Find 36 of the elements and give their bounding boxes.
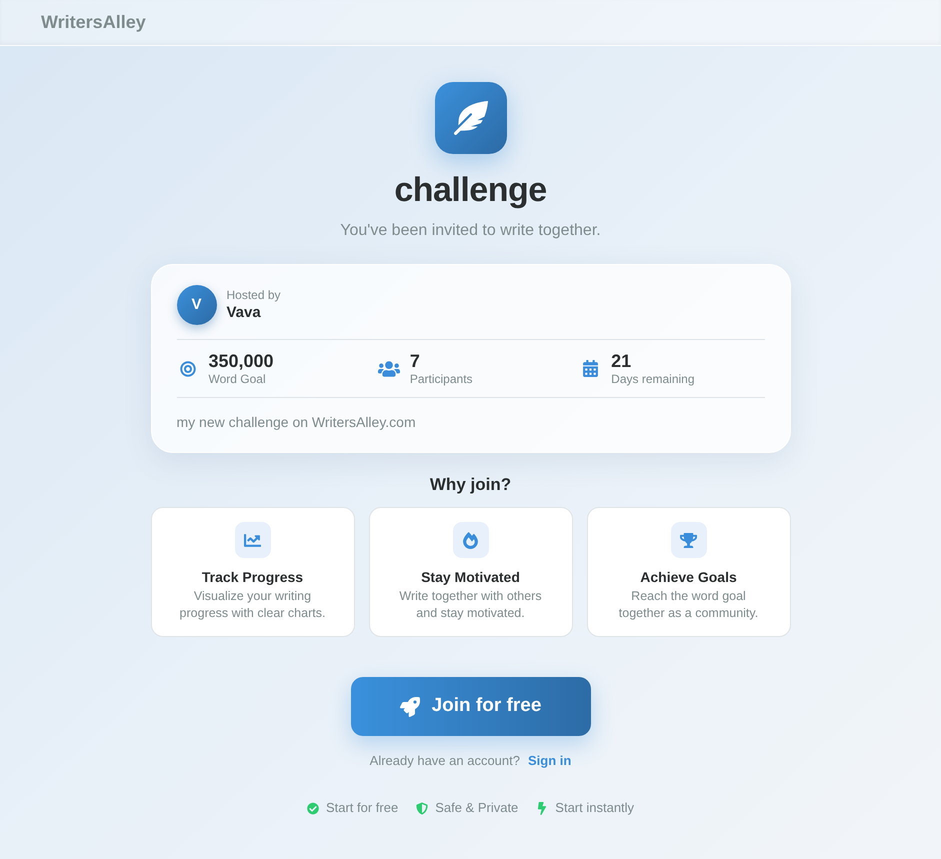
stat-value: 7 [410,350,421,372]
people-icon [378,360,400,378]
trophy-icon [670,522,706,558]
sign-in-prompt: Already have an account? [370,752,520,770]
feature-title: Track Progress [202,568,304,587]
feature-title: Achieve Goals [640,568,737,587]
host-name: Vava [226,303,262,322]
stat-label: Participants [410,372,473,387]
target-icon [180,360,196,376]
feature-description: Write together with others and stay motivated. [398,588,543,622]
lightning-icon [536,802,548,814]
brand-name[interactable]: WritersAlley [41,9,146,36]
feature-title: Stay Motivated [421,568,520,587]
feature-description: Reach the word goal together as a community. [618,588,760,622]
avatar: V [176,285,216,325]
subtitle: You've been invited to write together. [340,221,601,241]
flame-icon [452,522,488,558]
challenge-description: my new challenge on WritersAlley.com [176,413,417,432]
chart-icon [234,522,270,558]
hosted-by-label: Hosted by [226,288,281,303]
badge-label: Safe & Private [435,799,518,817]
stat-label: Word Goal [208,372,267,387]
join-button[interactable]: Join for free [350,677,590,736]
feature-description: Visualize your writing progress with clear charts. [178,588,326,622]
sign-in-link[interactable]: Sign in [528,751,572,771]
shield-icon [416,802,428,814]
stat-value: 21 [611,350,632,372]
feather-icon [434,82,506,154]
stat-label: Days remaining [611,372,695,387]
page-title: challenge [394,170,547,210]
section-title: Why join? [430,474,512,496]
rocket-icon [400,696,420,716]
calendar-icon [582,360,598,377]
stat-value: 350,000 [208,350,274,372]
badge-label: Start for free [326,799,398,817]
badge-label: Start instantly [555,799,634,817]
